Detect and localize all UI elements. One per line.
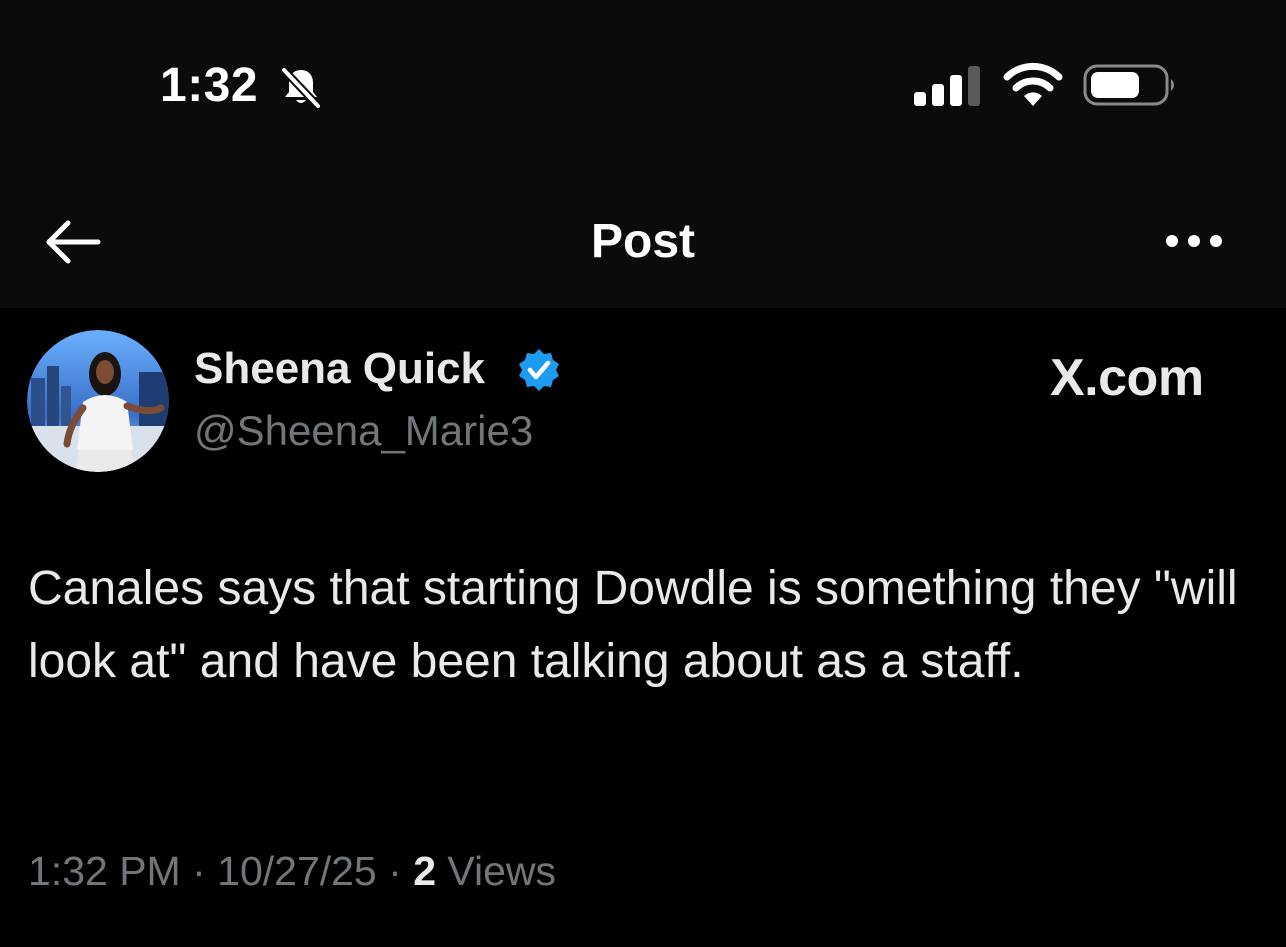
views-count: 2 <box>413 848 436 894</box>
x-watermark: X.com <box>1050 349 1204 407</box>
views-label: Views <box>447 848 557 894</box>
status-time: 1:32 <box>160 59 259 112</box>
page-title: Post <box>590 215 695 268</box>
meta-separator: · <box>376 848 414 894</box>
post-date: 10/27/25 <box>217 848 377 894</box>
verified-badge-icon <box>519 349 559 391</box>
post-meta: 1:32 PM · 10/27/25 · 2 Views <box>28 848 556 895</box>
cellular-signal-icon <box>914 66 980 106</box>
author-handle[interactable]: @Sheena_Marie3 <box>194 407 533 455</box>
meta-separator: · <box>180 848 218 894</box>
ellipsis-icon[interactable] <box>1162 226 1226 256</box>
wifi-icon <box>1003 62 1063 106</box>
post-time: 1:32 PM <box>28 848 181 894</box>
post-screen: 1:32 Post Sheena Quick @Sheena_Marie3 X.… <box>0 0 1286 947</box>
bell-slash-icon <box>281 67 321 109</box>
avatar[interactable] <box>27 330 169 472</box>
battery-icon <box>1083 64 1174 106</box>
post-text: Canales says that starting Dowdle is som… <box>28 562 1238 688</box>
author-name[interactable]: Sheena Quick <box>194 344 485 394</box>
